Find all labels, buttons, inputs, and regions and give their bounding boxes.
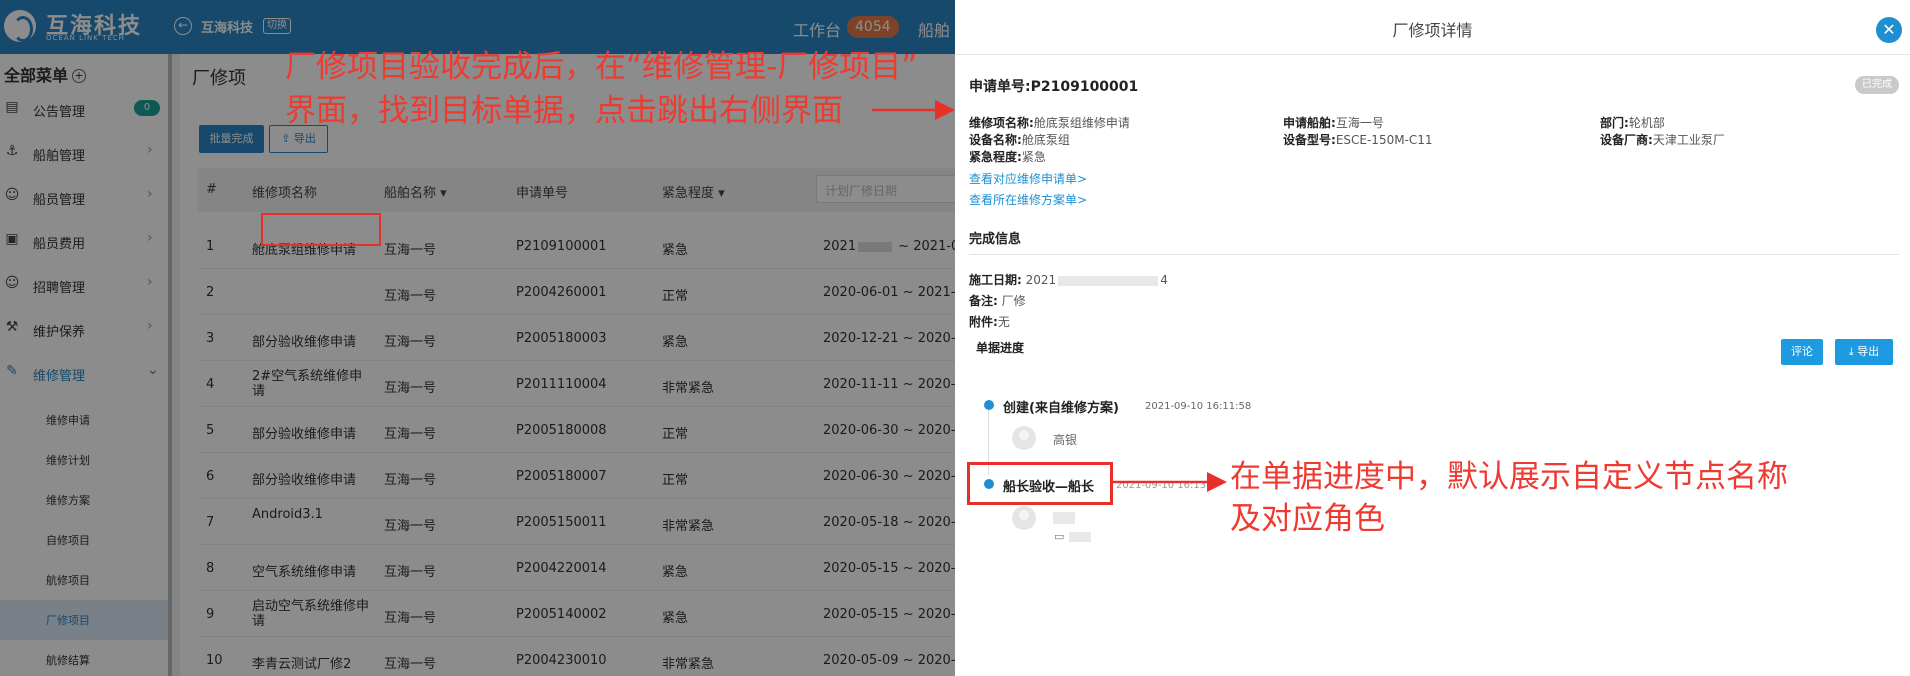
annotation-arrows: [872, 100, 1227, 492]
